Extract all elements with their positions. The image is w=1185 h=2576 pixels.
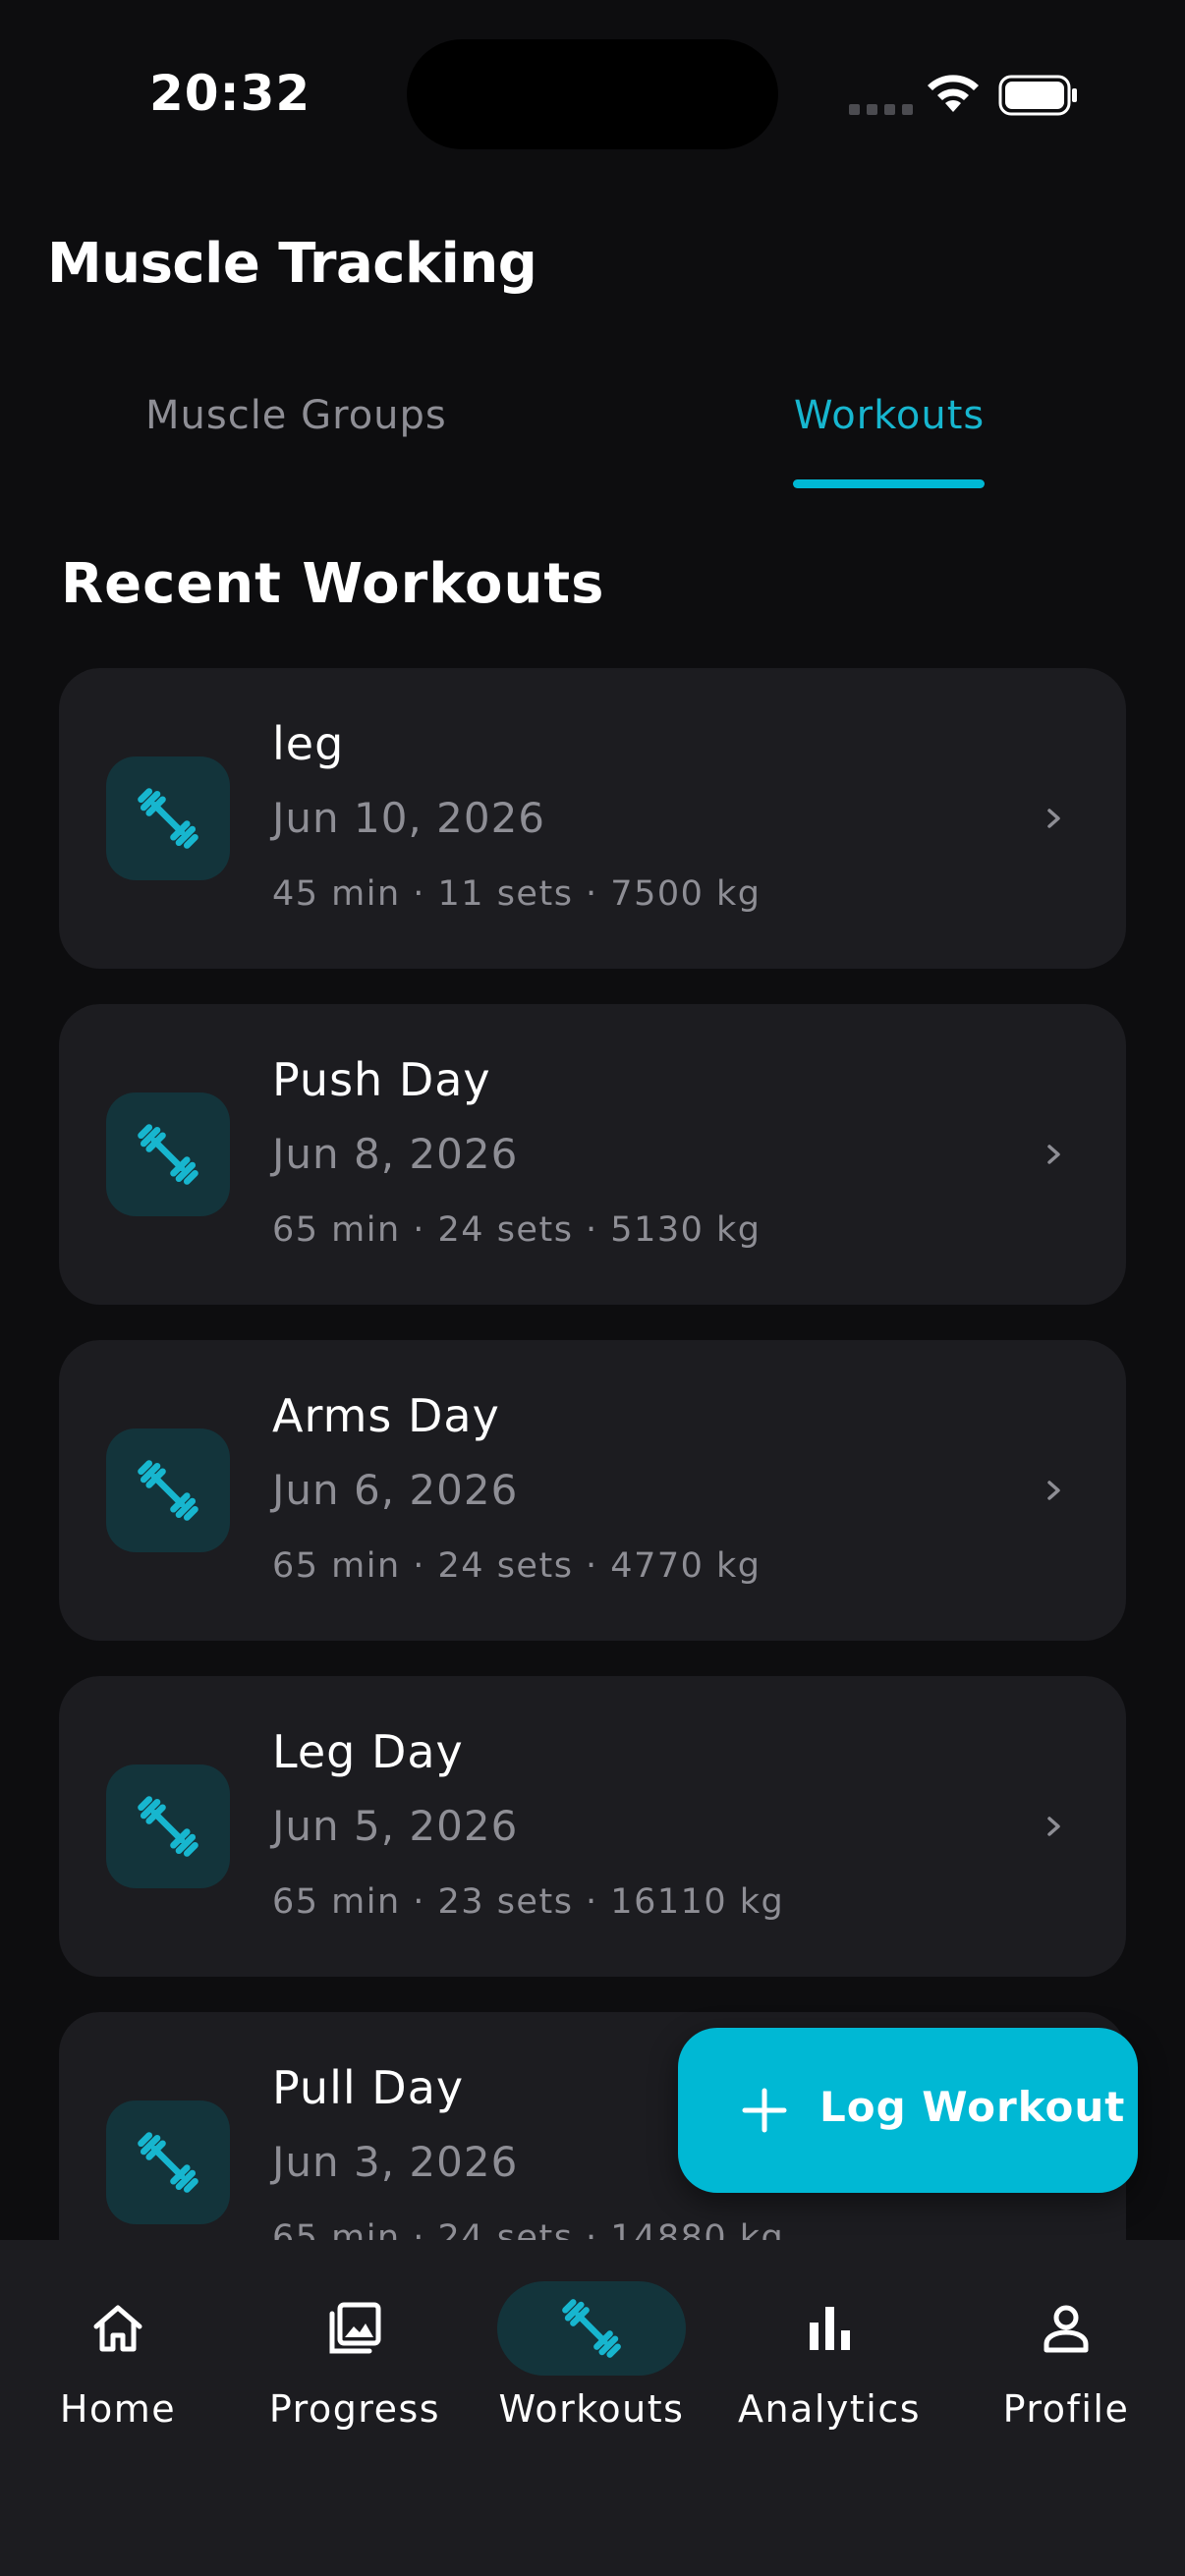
workout-icon-tile <box>106 1428 230 1552</box>
workout-date: Jun 10, 2026 <box>272 794 546 842</box>
nav-item-home[interactable]: Home <box>0 2240 236 2436</box>
home-icon <box>93 2305 142 2352</box>
status-bar: 20:32 <box>0 0 1185 177</box>
section-title: Recent Workouts <box>61 552 605 616</box>
log-workout-label: Log Workout <box>819 2083 1126 2131</box>
workout-card[interactable]: Push Day Jun 8, 2026 65 min · 24 sets · … <box>59 1004 1126 1305</box>
workout-meta: 45 min · 11 sets · 7500 kg <box>272 874 762 914</box>
workout-name: Leg Day <box>272 1725 464 1778</box>
tab-workouts[interactable]: Workouts <box>794 393 985 438</box>
segmented-tabs: Muscle Groups Workouts <box>0 373 1185 491</box>
tab-muscle-groups[interactable]: Muscle Groups <box>145 393 447 438</box>
workout-meta: 65 min · 23 sets · 16110 kg <box>272 1882 785 1922</box>
bottom-navigation: Home Progress Workouts Analytics Profile <box>0 2240 1185 2576</box>
cellular-signal-icon <box>849 104 913 115</box>
dumbbell-icon <box>562 2299 621 2358</box>
status-time: 20:32 <box>149 65 311 122</box>
dumbbell-icon <box>138 1460 198 1521</box>
workout-card[interactable]: Arms Day Jun 6, 2026 65 min · 24 sets · … <box>59 1340 1126 1641</box>
workout-card[interactable]: leg Jun 10, 2026 45 min · 11 sets · 7500… <box>59 668 1126 969</box>
workout-date: Jun 5, 2026 <box>272 1802 519 1850</box>
bar-chart-icon <box>810 2307 850 2350</box>
nav-label: Workouts <box>498 2387 685 2431</box>
nav-label: Analytics <box>737 2387 922 2431</box>
dumbbell-icon <box>138 1796 198 1857</box>
workout-meta: 65 min · 24 sets · 5130 kg <box>272 1210 762 1250</box>
nav-item-profile[interactable]: Profile <box>948 2240 1184 2436</box>
person-icon <box>1044 2305 1089 2353</box>
chevron-right-icon <box>1047 1145 1060 1164</box>
workout-meta: 65 min · 24 sets · 4770 kg <box>272 1546 762 1586</box>
nav-label: Progress <box>268 2387 441 2431</box>
nav-item-analytics[interactable]: Analytics <box>711 2240 947 2436</box>
nav-label: Home <box>59 2387 177 2431</box>
page-title: Muscle Tracking <box>47 232 537 296</box>
workout-icon-tile <box>106 756 230 880</box>
workout-date: Jun 8, 2026 <box>272 1130 519 1178</box>
workout-icon-tile <box>106 1092 230 1216</box>
workout-date: Jun 6, 2026 <box>272 1466 519 1514</box>
workout-name: Arms Day <box>272 1389 500 1442</box>
nav-item-workouts[interactable]: Workouts <box>474 2240 709 2436</box>
chevron-right-icon <box>1047 1817 1060 1836</box>
chevron-right-icon <box>1047 1481 1060 1500</box>
workout-icon-tile <box>106 1764 230 1888</box>
workout-card[interactable]: Leg Day Jun 5, 2026 65 min · 23 sets · 1… <box>59 1676 1126 1977</box>
nav-label: Profile <box>1002 2387 1130 2431</box>
workout-name: Pull Day <box>272 2061 465 2114</box>
dumbbell-icon <box>138 1124 198 1185</box>
workout-icon-tile <box>106 2100 230 2224</box>
dumbbell-icon <box>138 788 198 849</box>
dynamic-island <box>407 39 778 149</box>
nav-item-progress[interactable]: Progress <box>237 2240 473 2436</box>
photo-icon <box>329 2302 381 2354</box>
dumbbell-icon <box>138 2132 198 2193</box>
log-workout-button[interactable]: Log Workout <box>678 2028 1138 2193</box>
workout-name: Push Day <box>272 1053 491 1106</box>
plus-icon <box>742 2088 787 2133</box>
wifi-icon <box>928 75 979 112</box>
chevron-right-icon <box>1047 809 1060 828</box>
workout-date: Jun 3, 2026 <box>272 2138 519 2186</box>
active-tab-indicator <box>793 479 985 488</box>
battery-icon <box>998 75 1077 116</box>
workout-name: leg <box>272 717 345 770</box>
